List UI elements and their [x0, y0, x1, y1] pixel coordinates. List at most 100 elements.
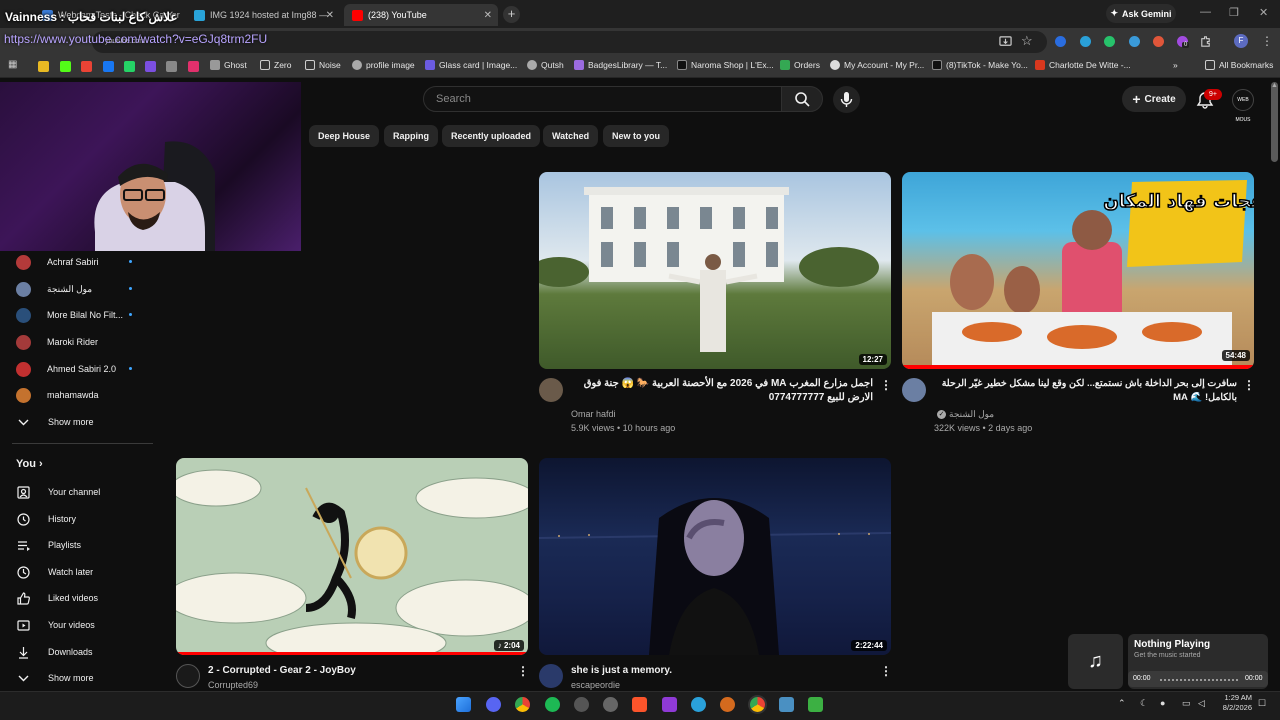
bookmark-qutsh[interactable]: Qutsh: [527, 60, 564, 70]
video-thumbnail[interactable]: 2:22:44: [539, 458, 891, 655]
video-menu-icon[interactable]: ⋮: [517, 664, 529, 678]
video-thumbnail[interactable]: 12:27: [539, 172, 891, 369]
subscription-item[interactable]: Achraf Sabiri: [16, 253, 132, 271]
extension-3-icon[interactable]: [1104, 36, 1115, 47]
brave-icon[interactable]: [632, 697, 647, 712]
scroll-up-icon[interactable]: ▲: [1271, 82, 1278, 89]
subscription-item[interactable]: مول الشنجة: [16, 280, 132, 298]
instagram-bookmark-icon[interactable]: [188, 61, 199, 72]
video-thumbnail[interactable]: تفجات فهاد المكان 54:48: [902, 172, 1254, 369]
bookmark-profile-image[interactable]: profile image: [352, 60, 415, 70]
create-button[interactable]: + Create: [1122, 86, 1186, 112]
bookmark-badgeslibrary[interactable]: BadgesLibrary — T...: [574, 60, 667, 70]
app-icon[interactable]: [720, 697, 735, 712]
tab-img88[interactable]: IMG 1924 hosted at Img88 — ✕: [186, 4, 340, 26]
tray-app-icon[interactable]: ☾: [1140, 698, 1148, 709]
subscription-item[interactable]: More Bilal No Filt...: [16, 306, 132, 324]
sidebar-item-watch-later[interactable]: Watch later: [16, 563, 93, 581]
video-title[interactable]: اجمل مزارع المغرب MA في 2026 مع الأحصنة …: [570, 377, 873, 405]
media-seek-track[interactable]: [1160, 679, 1240, 681]
channel-avatar[interactable]: [176, 664, 200, 688]
chip-watched[interactable]: Watched: [543, 125, 599, 147]
volume-icon[interactable]: ◁: [1198, 698, 1205, 709]
bookmark-noise[interactable]: Noise: [305, 60, 341, 70]
subscription-item[interactable]: mahamawda: [16, 386, 99, 404]
threads-bookmark-icon[interactable]: [166, 61, 177, 72]
close-icon[interactable]: ✕: [484, 10, 492, 21]
gmail-bookmark-icon[interactable]: [81, 61, 92, 72]
install-app-icon[interactable]: [999, 35, 1012, 48]
sidebar-item-liked-videos[interactable]: Liked videos: [16, 589, 98, 607]
extension-5-icon[interactable]: [1153, 36, 1164, 47]
bookmark-my-account[interactable]: My Account - My Pr...: [830, 60, 924, 70]
github-icon[interactable]: [603, 697, 618, 712]
tab-youtube[interactable]: (238) YouTube ✕: [344, 4, 498, 26]
video-channel[interactable]: مول الشنجة: [949, 409, 994, 420]
sidebar-item-history[interactable]: History: [16, 510, 76, 528]
sidebar-item-your-videos[interactable]: Your videos: [16, 616, 95, 634]
new-tab-button[interactable]: +: [503, 6, 520, 23]
app-icon[interactable]: [808, 697, 823, 712]
video-title[interactable]: 2 - Corrupted - Gear 2 - JoyBoy: [208, 664, 356, 678]
tray-chevron-icon[interactable]: ⌃: [1118, 698, 1126, 709]
windows-start-icon[interactable]: [456, 697, 471, 712]
video-menu-icon[interactable]: ⋮: [1243, 378, 1255, 392]
twitch-bookmark-icon[interactable]: [145, 61, 156, 72]
kick-bookmark-icon[interactable]: [60, 61, 71, 72]
chip-deep-house[interactable]: Deep House: [309, 125, 380, 147]
chrome-active-icon[interactable]: [750, 697, 765, 712]
subscription-item[interactable]: Ahmed Sabiri 2.0: [16, 360, 132, 378]
channel-avatar[interactable]: [902, 378, 926, 402]
chip-new-to-you[interactable]: New to you: [603, 125, 670, 147]
extension-4-icon[interactable]: [1129, 36, 1140, 47]
tray-mic-icon[interactable]: ●: [1160, 698, 1165, 708]
account-avatar[interactable]: WEB MOUS: [1232, 89, 1254, 123]
video-menu-icon[interactable]: ⋮: [880, 378, 892, 392]
profile-avatar[interactable]: F: [1234, 34, 1248, 48]
search-input[interactable]: Search: [423, 86, 782, 112]
video-title[interactable]: she is just a memory.: [571, 664, 672, 678]
video-channel[interactable]: Omar hafdi: [571, 409, 616, 419]
bookmark-tiktok[interactable]: (8)TikTok - Make Yo...: [932, 60, 1028, 70]
obs-icon[interactable]: [574, 697, 589, 712]
page-scrollbar[interactable]: [1271, 82, 1278, 162]
extension-2-icon[interactable]: [1080, 36, 1091, 47]
minimize-icon[interactable]: —: [1200, 6, 1211, 18]
chip-recently-uploaded[interactable]: Recently uploaded: [442, 125, 541, 147]
maximize-icon[interactable]: ❐: [1229, 6, 1239, 19]
search-button[interactable]: [781, 86, 823, 112]
video-channel[interactable]: escapeordie: [571, 680, 620, 690]
extensions-puzzle-icon[interactable]: [1199, 35, 1212, 48]
video-thumbnail[interactable]: ♪ 2:04: [176, 458, 528, 655]
video-menu-icon[interactable]: ⋮: [880, 664, 892, 678]
telegram-icon[interactable]: [691, 697, 706, 712]
music-note-icon[interactable]: ♫: [1068, 634, 1123, 689]
you-show-more[interactable]: Show more: [16, 669, 94, 687]
app-icon[interactable]: [662, 697, 677, 712]
video-title[interactable]: سافرت إلى بحر الداخلة باش نستمتع... لكن …: [934, 377, 1237, 405]
channel-avatar[interactable]: [539, 664, 563, 688]
chip-rapping[interactable]: Rapping: [384, 125, 438, 147]
bookmark-naroma[interactable]: Naroma Shop | L'Ex...: [677, 60, 774, 70]
close-window-icon[interactable]: ✕: [1259, 6, 1268, 19]
channel-avatar[interactable]: [539, 378, 563, 402]
sidebar-item-downloads[interactable]: Downloads: [16, 643, 93, 661]
bookmark-ghost[interactable]: Ghost: [210, 60, 247, 70]
sidebar-item-playlists[interactable]: Playlists: [16, 536, 81, 554]
you-section-header[interactable]: You ›: [16, 458, 43, 470]
spotify-icon[interactable]: [545, 697, 560, 712]
browser-menu-icon[interactable]: ⋮: [1261, 34, 1273, 48]
facebook-bookmark-icon[interactable]: [103, 61, 114, 72]
bookmark-charlotte[interactable]: Charlotte De Witte -...: [1035, 60, 1131, 70]
discord-icon[interactable]: [486, 697, 501, 712]
network-icon[interactable]: ▭: [1182, 698, 1191, 709]
bookmark-orders[interactable]: Orders: [780, 60, 820, 70]
voice-search-button[interactable]: [833, 86, 860, 113]
subscriptions-show-more[interactable]: Show more: [16, 413, 94, 431]
bookmark-star-icon[interactable]: ☆: [1021, 33, 1033, 49]
all-bookmarks[interactable]: All Bookmarks: [1205, 60, 1273, 70]
sidebar-item-your-channel[interactable]: Your channel: [16, 483, 100, 501]
bookmarks-overflow-button[interactable]: »: [1173, 60, 1178, 70]
bookmark-glass-card[interactable]: Glass card | Image...: [425, 60, 517, 70]
subscription-item[interactable]: Maroki Rider: [16, 333, 98, 351]
